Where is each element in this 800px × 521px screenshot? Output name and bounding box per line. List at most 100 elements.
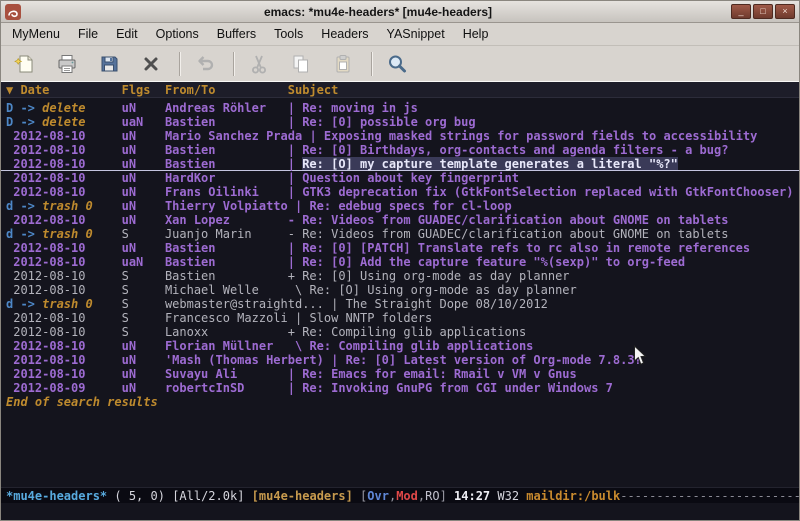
message-row[interactable]: 2012-08-10SBastien+ Re: [0] Using org-mo… bbox=[1, 269, 799, 283]
search-button[interactable] bbox=[381, 50, 413, 78]
flags-cell: uaN bbox=[122, 255, 165, 269]
paste-button[interactable] bbox=[327, 50, 359, 78]
mark-action-arrow: d -> bbox=[6, 297, 42, 311]
thread-prefix: - bbox=[288, 213, 302, 227]
subject-text: Slow NNTP folders bbox=[309, 311, 432, 325]
from-cell: HardKor bbox=[165, 171, 288, 185]
close-button[interactable] bbox=[135, 50, 167, 78]
message-row[interactable]: 2012-08-10SLanoxx+ Re: Compiling glib ap… bbox=[1, 325, 799, 339]
subject-text: The Straight Dope 08/10/2012 bbox=[346, 297, 548, 311]
date-cell: 2012-08-10 bbox=[6, 283, 122, 297]
message-row[interactable]: 2012-08-10uNMario Sanchez Prada| Exposin… bbox=[1, 129, 799, 143]
subject-text: Exposing masked strings for password fie… bbox=[324, 129, 757, 143]
buffer-empty-space bbox=[1, 409, 799, 487]
message-row[interactable]: d -> trash 0Swebmaster@straightd...| The… bbox=[1, 297, 799, 311]
subject-cell: | Re: [0] [PATCH] Translate refs to rc a… bbox=[288, 241, 799, 255]
column-header-flags[interactable]: Flgs bbox=[122, 82, 165, 97]
undo-button[interactable] bbox=[189, 50, 221, 78]
message-row[interactable]: 2012-08-10SFrancesco Mazzoli| Slow NNTP … bbox=[1, 311, 799, 325]
window-titlebar: emacs: *mu4e-headers* [mu4e-headers] _ □… bbox=[1, 1, 799, 23]
menu-item-edit[interactable]: Edit bbox=[107, 23, 147, 45]
menu-item-options[interactable]: Options bbox=[147, 23, 208, 45]
date-cell: 2012-08-10 bbox=[6, 157, 122, 171]
column-header-from[interactable]: From/To bbox=[165, 82, 288, 97]
message-row[interactable]: d -> trash 0uNThierry Volpiatto| Re: ede… bbox=[1, 199, 799, 213]
subject-cell: | Re: moving in js bbox=[288, 101, 799, 115]
mark-action-label: delete bbox=[42, 115, 85, 129]
mode-line: *mu4e-headers* ( 5, 0) [All/2.0k] [mu4e-… bbox=[1, 487, 799, 503]
column-header-subject[interactable]: Subject bbox=[288, 82, 339, 97]
message-row[interactable]: 2012-08-10uNXan Lopez- Re: Videos from G… bbox=[1, 213, 799, 227]
column-header-date[interactable]: ▼ Date bbox=[6, 82, 122, 97]
message-row[interactable]: 2012-08-10uaNBastien| Re: [0] Add the ca… bbox=[1, 255, 799, 269]
subject-text: Question about key fingerprint bbox=[302, 171, 519, 185]
subject-text: Re: [O] Using org-mode as day planner bbox=[309, 283, 576, 297]
message-row[interactable]: D -> deleteuaNBastien| Re: [0] possible … bbox=[1, 115, 799, 129]
flags-cell: uaN bbox=[122, 115, 165, 129]
from-cell: Thierry Volpiatto bbox=[165, 199, 295, 213]
copy-button[interactable] bbox=[285, 50, 317, 78]
message-row[interactable]: 2012-08-10uN'Mash (Thomas Herbert)| Re: … bbox=[1, 353, 799, 367]
close-window-button[interactable]: × bbox=[775, 4, 795, 19]
subject-cell: | Re: Emacs for email: Rmail v VM v Gnus bbox=[288, 367, 799, 381]
minimize-button[interactable]: _ bbox=[731, 4, 751, 19]
message-row[interactable]: 2012-08-09uNrobertcInSD| Re: Invoking Gn… bbox=[1, 381, 799, 395]
save-button[interactable] bbox=[93, 50, 125, 78]
message-row[interactable]: 2012-08-10uNFlorian Müllner \ Re: Compil… bbox=[1, 339, 799, 353]
message-row[interactable]: 2012-08-10uNBastien| Re: [0] Birthdays, … bbox=[1, 143, 799, 157]
window-controls: _ □ × bbox=[731, 4, 795, 19]
menu-item-help[interactable]: Help bbox=[454, 23, 498, 45]
from-cell: Bastien bbox=[165, 241, 288, 255]
from-cell: 'Mash (Thomas Herbert) bbox=[165, 353, 331, 367]
mark-action-arrow: d -> bbox=[6, 199, 42, 213]
print-icon bbox=[56, 53, 78, 75]
mark-cell: D -> delete bbox=[6, 115, 122, 129]
paste-icon bbox=[332, 53, 354, 75]
mode-line-segment-ovr: Ovr bbox=[367, 489, 389, 503]
from-cell: Michael Welle bbox=[165, 283, 288, 297]
message-row[interactable]: 2012-08-10uNBastien| Re: [O] my capture … bbox=[1, 157, 799, 171]
undo-icon bbox=[194, 53, 216, 75]
message-row[interactable]: d -> trash 0SJuanjo Marin- Re: Videos fr… bbox=[1, 227, 799, 241]
message-row[interactable]: 2012-08-10SMichael Welle \ Re: [O] Using… bbox=[1, 283, 799, 297]
from-cell: Francesco Mazzoli bbox=[165, 311, 295, 325]
thread-prefix: | bbox=[288, 241, 302, 255]
subject-text: Re: Videos from GUADEC/clarification abo… bbox=[302, 213, 728, 227]
menu-item-tools[interactable]: Tools bbox=[265, 23, 312, 45]
message-row[interactable]: 2012-08-10uNSuvayu Ali| Re: Emacs for em… bbox=[1, 367, 799, 381]
mark-action-arrow: D -> bbox=[6, 101, 42, 115]
subject-cell: | Re: [O] my capture template generates … bbox=[288, 157, 799, 171]
print-button[interactable] bbox=[51, 50, 83, 78]
thread-prefix: | bbox=[331, 353, 345, 367]
thread-prefix: | bbox=[295, 311, 309, 325]
thread-prefix: + bbox=[288, 269, 302, 283]
maximize-button[interactable]: □ bbox=[753, 4, 773, 19]
thread-prefix: | bbox=[288, 367, 302, 381]
menu-item-file[interactable]: File bbox=[69, 23, 107, 45]
menu-item-yasnippet[interactable]: YASnippet bbox=[378, 23, 454, 45]
message-row[interactable]: 2012-08-10uNHardKor| Question about key … bbox=[1, 171, 799, 185]
cut-icon bbox=[248, 53, 270, 75]
flags-cell: uN bbox=[122, 143, 165, 157]
new-file-button[interactable] bbox=[9, 50, 41, 78]
from-cell: Juanjo Marin bbox=[165, 227, 288, 241]
message-row[interactable]: 2012-08-10uNFrans Oilinki| GTK3 deprecat… bbox=[1, 185, 799, 199]
date-cell: 2012-08-10 bbox=[6, 213, 122, 227]
from-cell: Bastien bbox=[165, 269, 288, 283]
minibuffer-echo-area[interactable] bbox=[1, 503, 799, 520]
toolbar-separator bbox=[179, 52, 181, 76]
flags-cell: uN bbox=[122, 157, 165, 171]
subject-cell: + Re: Compiling glib applications bbox=[288, 325, 799, 339]
toolbar-separator bbox=[371, 52, 373, 76]
cut-button[interactable] bbox=[243, 50, 275, 78]
close-icon bbox=[140, 53, 162, 75]
message-row[interactable]: 2012-08-10uNBastien| Re: [0] [PATCH] Tra… bbox=[1, 241, 799, 255]
flags-cell: S bbox=[122, 269, 165, 283]
menu-item-headers[interactable]: Headers bbox=[312, 23, 377, 45]
search-icon bbox=[386, 53, 408, 75]
subject-text: Re: [0] Latest version of Org-mode 7.8.3… bbox=[346, 353, 642, 367]
thread-prefix: | bbox=[288, 185, 302, 199]
message-row[interactable]: D -> deleteuNAndreas Röhler| Re: moving … bbox=[1, 101, 799, 115]
menu-item-buffers[interactable]: Buffers bbox=[208, 23, 265, 45]
menu-item-mymenu[interactable]: MyMenu bbox=[3, 23, 69, 45]
